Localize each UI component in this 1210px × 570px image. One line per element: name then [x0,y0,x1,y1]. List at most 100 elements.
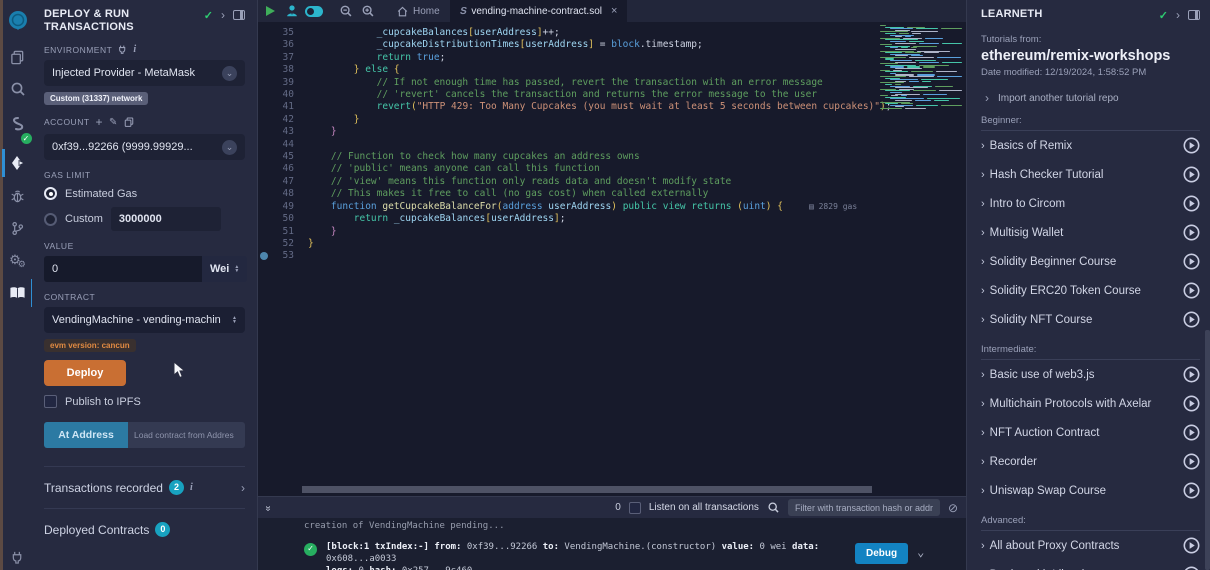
tutorial-item[interactable]: ›All about Proxy Contracts [981,531,1200,560]
tutorial-item[interactable]: ›Multichain Protocols with Axelar [981,389,1200,418]
plug-icon[interactable] [118,45,127,54]
code-editor[interactable]: 35 _cupcakeBalances[userAddress]++;36 _c… [258,22,966,496]
gutter[interactable] [258,52,270,64]
gutter[interactable] [258,163,270,175]
tutorial-item[interactable]: ›Basics of Remix [981,131,1200,160]
gutter[interactable] [258,101,270,113]
transaction-log-row[interactable]: ✓ [block:1 txIndex:-] from: 0xf39...9226… [304,541,966,570]
environment-select[interactable]: Injected Provider - MetaMask ⌄ [44,60,245,86]
play-tutorial-icon[interactable] [1183,195,1200,212]
minimap[interactable] [880,25,962,109]
gutter[interactable] [258,238,270,250]
file-tab[interactable]: S vending-machine-contract.sol × [450,0,628,22]
panel-pin-icon[interactable] [1188,10,1200,20]
tutorial-item[interactable]: ›Deploy with Libraries [981,560,1200,570]
panel-collapse-icon[interactable]: › [1176,8,1180,22]
tutorial-item[interactable]: ›Uniswap Swap Course [981,476,1200,505]
learneth-book-icon[interactable] [2,276,34,310]
deploy-run-icon[interactable] [2,146,34,180]
code-line[interactable]: 36 _cupcakeDistributionTimes[userAddress… [258,39,876,51]
at-address-button[interactable]: At Address [44,422,128,448]
custom-gas-input[interactable] [111,207,221,231]
close-tab-icon[interactable]: × [611,5,617,17]
deploy-button[interactable]: Deploy [44,360,126,386]
horizontal-scrollbar[interactable] [302,486,872,493]
value-unit-select[interactable]: Wei ▲▼ [202,256,247,282]
code-line[interactable]: 51 } [258,226,876,238]
play-tutorial-icon[interactable] [1183,311,1200,328]
gutter[interactable] [258,213,270,225]
gutter[interactable] [258,89,270,101]
tutorial-item[interactable]: ›Hash Checker Tutorial [981,160,1200,189]
transactions-recorded-row[interactable]: Transactions recorded 2 i › [44,466,245,508]
chevron-right-icon[interactable]: › [241,481,245,495]
clear-terminal-icon[interactable]: ⊘ [948,501,958,515]
play-tutorial-icon[interactable] [1183,482,1200,499]
panel-pin-icon[interactable] [233,10,245,20]
play-tutorial-icon[interactable] [1183,366,1200,383]
gutter[interactable] [258,126,270,138]
compile-run-person-icon[interactable] [281,0,303,22]
code-line[interactable]: 39 // If not enough time has passed, rev… [258,77,876,89]
play-tutorial-icon[interactable] [1183,566,1200,570]
account-select[interactable]: 0xf39...92266 (9999.99929... ⌄ [44,134,245,160]
code-line[interactable]: 42 } [258,114,876,126]
tutorial-item[interactable]: ›Multisig Wallet [981,218,1200,247]
radio-selected[interactable] [44,187,57,200]
custom-gas-option[interactable]: Custom [44,207,245,231]
code-line[interactable]: 43 } [258,126,876,138]
tutorial-item[interactable]: ›Solidity NFT Course [981,305,1200,334]
gutter[interactable] [258,176,270,188]
code-line[interactable]: 41 revert("HTTP 429: Too Many Cupcakes (… [258,101,876,113]
tutorial-item[interactable]: ›Solidity ERC20 Token Course [981,276,1200,305]
code-line[interactable]: 40 // 'revert' cancels the transaction a… [258,89,876,101]
listen-checkbox[interactable] [629,502,641,514]
plugin-plug-icon[interactable] [2,544,34,570]
play-tutorial-icon[interactable] [1183,282,1200,299]
code-line[interactable]: 47 // 'view' means this function only re… [258,176,876,188]
solidity-compiler-icon[interactable]: ✓ [2,106,34,146]
source-control-icon[interactable] [2,212,34,244]
code-line[interactable]: 45 // Function to check how many cupcake… [258,151,876,163]
info-icon[interactable]: i [133,44,136,55]
value-input[interactable] [44,256,202,282]
add-account-icon[interactable]: + [96,115,104,129]
toggle-switch-icon[interactable] [303,0,325,22]
edit-icon[interactable]: ✎ [109,117,118,128]
file-explorer-icon[interactable] [2,42,34,72]
gutter[interactable] [258,114,270,126]
code-line[interactable]: 48 // This makes it free to call (no gas… [258,188,876,200]
code-line[interactable]: 49 function getCupcakeBalanceFor(address… [258,201,876,213]
debugger-icon[interactable] [2,180,34,212]
code-line[interactable]: 35 _cupcakeBalances[userAddress]++; [258,27,876,39]
breakpoint-dot[interactable] [258,250,270,262]
tutorial-item[interactable]: ›Recorder [981,447,1200,476]
expand-log-chevron-icon[interactable]: ⌄ [917,545,924,559]
terminal-search-icon[interactable] [767,501,780,514]
code-line[interactable]: 52} [258,238,876,250]
gutter[interactable] [258,226,270,238]
learneth-scrollbar[interactable] [1205,330,1210,570]
gutter[interactable] [258,77,270,89]
gutter[interactable] [258,201,270,213]
zoom-in-icon[interactable] [357,0,379,22]
code-line[interactable]: 53 [258,250,876,262]
gutter[interactable] [258,139,270,151]
code-line[interactable]: 37 return true; [258,52,876,64]
run-play-icon[interactable] [266,6,275,16]
contract-select[interactable]: VendingMachine - vending-machin ▲▼ [44,307,245,333]
play-tutorial-icon[interactable] [1183,137,1200,154]
remix-logo[interactable] [2,0,34,42]
publish-ipfs-option[interactable]: Publish to IPFS [44,395,245,408]
play-tutorial-icon[interactable] [1183,453,1200,470]
settings-gears-icon[interactable]: ⚙⚙ [2,244,34,276]
at-address-input[interactable] [128,422,245,448]
gutter[interactable] [258,64,270,76]
play-tutorial-icon[interactable] [1183,224,1200,241]
gutter[interactable] [258,188,270,200]
search-icon[interactable] [2,72,34,106]
play-tutorial-icon[interactable] [1183,253,1200,270]
estimated-gas-option[interactable]: Estimated Gas [44,187,245,200]
play-tutorial-icon[interactable] [1183,166,1200,183]
play-tutorial-icon[interactable] [1183,395,1200,412]
